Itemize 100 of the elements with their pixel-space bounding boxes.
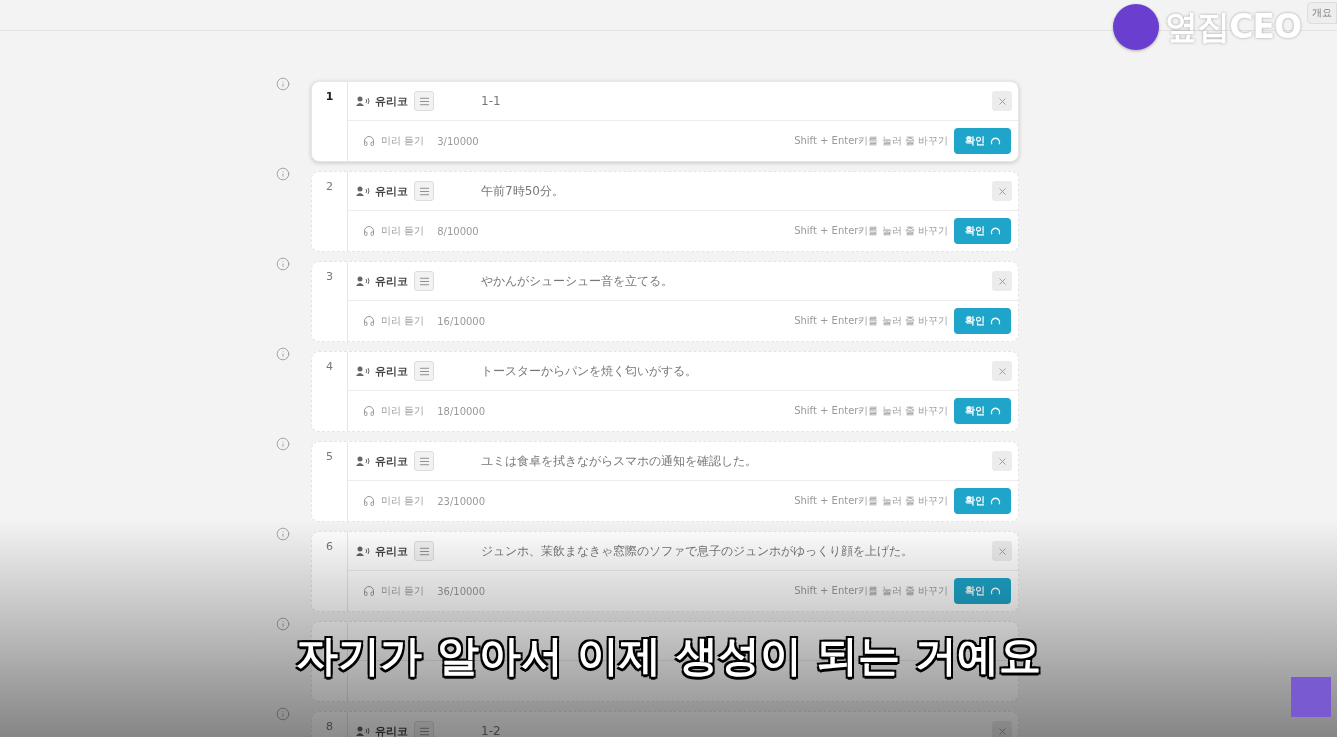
close-button[interactable] xyxy=(992,181,1012,201)
line-break-hint: Shift + Enter키를 눌러 줄 바꾸기 xyxy=(794,224,948,238)
speaker-name: 유리코 xyxy=(375,723,408,737)
menu-icon xyxy=(418,185,430,197)
line-text: 午前7時50分。 xyxy=(481,182,564,200)
close-icon xyxy=(996,545,1008,557)
preview-button[interactable]: 미리 듣기 xyxy=(363,404,425,418)
speaker-voice-icon xyxy=(356,186,370,196)
speaker-name: 유리코 xyxy=(375,273,408,289)
menu-button[interactable] xyxy=(414,451,434,471)
speaker-voice-icon xyxy=(356,366,370,376)
line-text: 1-2 xyxy=(481,724,501,737)
confirm-button[interactable]: 확인 xyxy=(954,488,1011,514)
info-icon[interactable] xyxy=(276,257,290,271)
close-button[interactable] xyxy=(992,271,1012,291)
menu-button[interactable] xyxy=(414,181,434,201)
line-text: ユミは食卓を拭きながらスマホの通知を確認した。 xyxy=(481,452,757,470)
close-button[interactable] xyxy=(992,541,1012,561)
menu-icon xyxy=(418,95,430,107)
spinner-icon xyxy=(989,585,1001,597)
line-number: 4 xyxy=(326,360,333,374)
confirm-button[interactable]: 확인 xyxy=(954,128,1011,154)
speaker-name: 유리코 xyxy=(375,93,408,109)
line-number: 8 xyxy=(326,720,333,734)
confirm-button[interactable]: 확인 xyxy=(954,218,1011,244)
close-icon xyxy=(996,185,1008,197)
info-icon[interactable] xyxy=(276,167,290,181)
spinner-icon xyxy=(989,315,1001,327)
menu-icon xyxy=(418,275,430,287)
menu-icon xyxy=(418,455,430,467)
preview-button[interactable]: 미리 듣기 xyxy=(363,224,425,238)
line-number: 5 xyxy=(326,450,333,464)
speaker-voice-icon xyxy=(356,456,370,466)
speaker-name: 유리코 xyxy=(375,363,408,379)
info-icon[interactable] xyxy=(276,617,290,631)
menu-button[interactable] xyxy=(414,541,434,561)
speaker-voice-icon xyxy=(356,726,370,736)
channel-avatar xyxy=(1113,4,1160,50)
line-number: 3 xyxy=(326,270,333,284)
info-icon[interactable] xyxy=(276,707,290,721)
menu-icon xyxy=(418,365,430,377)
preview-button[interactable]: 미리 듣기 xyxy=(363,134,425,148)
line-break-hint: Shift + Enter키를 눌러 줄 바꾸기 xyxy=(794,314,948,328)
character-count: 36/10000 xyxy=(437,585,486,597)
character-count: 16/10000 xyxy=(437,315,486,327)
close-button[interactable] xyxy=(992,91,1012,111)
menu-icon xyxy=(418,545,430,557)
headphones-icon xyxy=(363,495,375,507)
line-break-hint: Shift + Enter키를 눌러 줄 바꾸기 xyxy=(794,134,948,148)
confirm-button[interactable]: 확인 xyxy=(954,398,1011,424)
speaker-name: 유리코 xyxy=(375,543,408,559)
close-button[interactable] xyxy=(992,451,1012,471)
line-number: 1 xyxy=(325,90,334,104)
speaker-name: 유리코 xyxy=(375,183,408,199)
speaker-voice-icon xyxy=(356,276,370,286)
headphones-icon xyxy=(363,405,375,417)
headphones-icon xyxy=(363,135,375,147)
headphones-icon xyxy=(363,225,375,237)
spinner-icon xyxy=(989,495,1001,507)
info-icon[interactable] xyxy=(276,527,290,541)
preview-button[interactable]: 미리 듣기 xyxy=(363,584,425,598)
avatar-thumbnail xyxy=(1291,677,1331,717)
menu-icon xyxy=(418,725,430,737)
close-icon xyxy=(996,455,1008,467)
info-icon[interactable] xyxy=(276,77,290,91)
speaker-voice-icon xyxy=(356,546,370,556)
close-icon xyxy=(996,95,1008,107)
line-break-hint: Shift + Enter키를 눌러 줄 바꾸기 xyxy=(794,404,948,418)
headphones-icon xyxy=(363,585,375,597)
preview-button[interactable]: 미리 듣기 xyxy=(363,314,425,328)
overview-tab[interactable]: 개요 xyxy=(1307,2,1337,24)
close-button[interactable] xyxy=(992,721,1012,737)
character-count: 3/10000 xyxy=(437,135,479,147)
confirm-button[interactable]: 확인 xyxy=(954,578,1011,604)
preview-button[interactable]: 미리 듣기 xyxy=(363,494,425,508)
confirm-button[interactable]: 확인 xyxy=(954,308,1011,334)
headphones-icon xyxy=(363,315,375,327)
character-count: 23/10000 xyxy=(437,495,486,507)
spinner-icon xyxy=(989,135,1001,147)
line-text: トースターからパンを焼く匂いがする。 xyxy=(481,362,697,380)
line-text: 1-1 xyxy=(481,94,501,108)
character-count: 8/10000 xyxy=(437,225,479,237)
line-break-hint: Shift + Enter키를 눌러 줄 바꾸기 xyxy=(794,584,948,598)
character-count: 18/10000 xyxy=(437,405,486,417)
close-icon xyxy=(996,725,1008,737)
spinner-icon xyxy=(989,225,1001,237)
menu-button[interactable] xyxy=(414,361,434,381)
info-icon[interactable] xyxy=(276,437,290,451)
line-text: やかんがシューシュー音を立てる。 xyxy=(481,272,673,290)
menu-button[interactable] xyxy=(414,271,434,291)
line-break-hint: Shift + Enter키를 눌러 줄 바꾸기 xyxy=(794,494,948,508)
info-icon[interactable] xyxy=(276,347,290,361)
line-number: 6 xyxy=(326,540,333,554)
video-subtitle: 자기가 알아서 이제 생성이 되는 거예요 xyxy=(295,631,1042,680)
speaker-name: 유리코 xyxy=(375,453,408,469)
menu-button[interactable] xyxy=(414,721,434,737)
close-icon xyxy=(996,275,1008,287)
menu-button[interactable] xyxy=(414,91,434,111)
spinner-icon xyxy=(989,405,1001,417)
close-button[interactable] xyxy=(992,361,1012,381)
